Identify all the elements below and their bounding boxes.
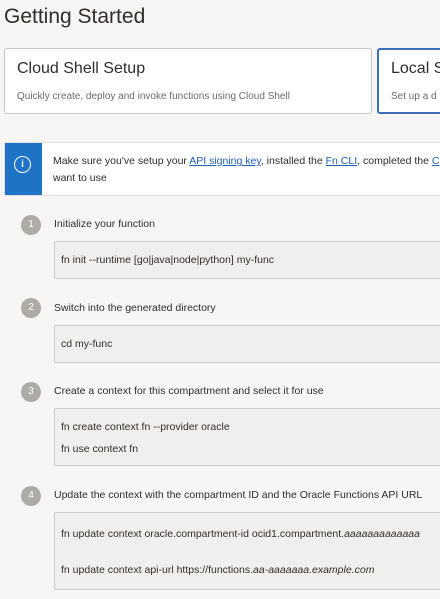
card-description: Quickly create, deploy and invoke functi…	[17, 91, 290, 102]
code-block[interactable]: cd my-func	[54, 325, 440, 363]
code-block[interactable]: fn create context fn --provider oracle f…	[54, 408, 440, 466]
code-block[interactable]: fn init --runtime [go|java|node|python] …	[54, 241, 440, 279]
step-title: Switch into the generated directory	[54, 302, 216, 314]
info-next-link[interactable]: C	[432, 155, 440, 167]
info-text: Make sure you've setup your	[53, 155, 190, 167]
page-title: Getting Started	[4, 5, 146, 28]
step-number-badge: 4	[21, 486, 41, 506]
info-text: , completed the	[357, 155, 432, 167]
step-number-badge: 1	[21, 215, 41, 235]
code-text: fn update context oracle.compartment-id …	[61, 528, 345, 540]
card-title: Cloud Shell Setup	[17, 60, 146, 77]
info-banner-text: Make sure you've setup your API signing …	[53, 153, 439, 187]
code-line: fn update context oracle.compartment-id …	[61, 528, 420, 540]
code-block[interactable]: fn update context oracle.compartment-id …	[54, 512, 440, 590]
info-text: , installed the	[260, 155, 326, 167]
card-title: Local S	[391, 60, 440, 77]
card-description: Set up a d	[391, 91, 437, 102]
info-banner: i Make sure you've setup your API signin…	[4, 142, 440, 196]
code-line: fn create context fn --provider oracle	[61, 421, 230, 433]
info-banner-accent: i	[5, 143, 42, 195]
step-number-badge: 3	[21, 382, 41, 402]
info-icon: i	[14, 156, 31, 173]
step-title: Initialize your function	[54, 218, 155, 230]
code-line: fn use context fn	[61, 443, 139, 455]
step-title: Create a context for this compartment an…	[54, 385, 324, 397]
code-text: fn update context api-url https://functi…	[61, 564, 254, 576]
code-line: fn init --runtime [go|java|node|python] …	[61, 254, 275, 266]
code-line: fn update context api-url https://functi…	[61, 564, 374, 576]
step-title: Update the context with the compartment …	[54, 489, 423, 501]
code-placeholder: aa-aaaaaaa.example.com	[253, 564, 375, 576]
info-text: want to use	[53, 172, 107, 184]
code-placeholder: aaaaaaaaaaaaa	[344, 528, 420, 540]
cloud-shell-setup-card[interactable]: Cloud Shell Setup Quickly create, deploy…	[4, 48, 372, 114]
step-number-badge: 2	[21, 298, 41, 318]
api-signing-key-link[interactable]: API signing key	[189, 155, 261, 167]
code-line: cd my-func	[61, 338, 113, 350]
local-setup-card[interactable]: Local S Set up a d	[377, 48, 440, 114]
fn-cli-link[interactable]: Fn CLI	[326, 155, 358, 167]
